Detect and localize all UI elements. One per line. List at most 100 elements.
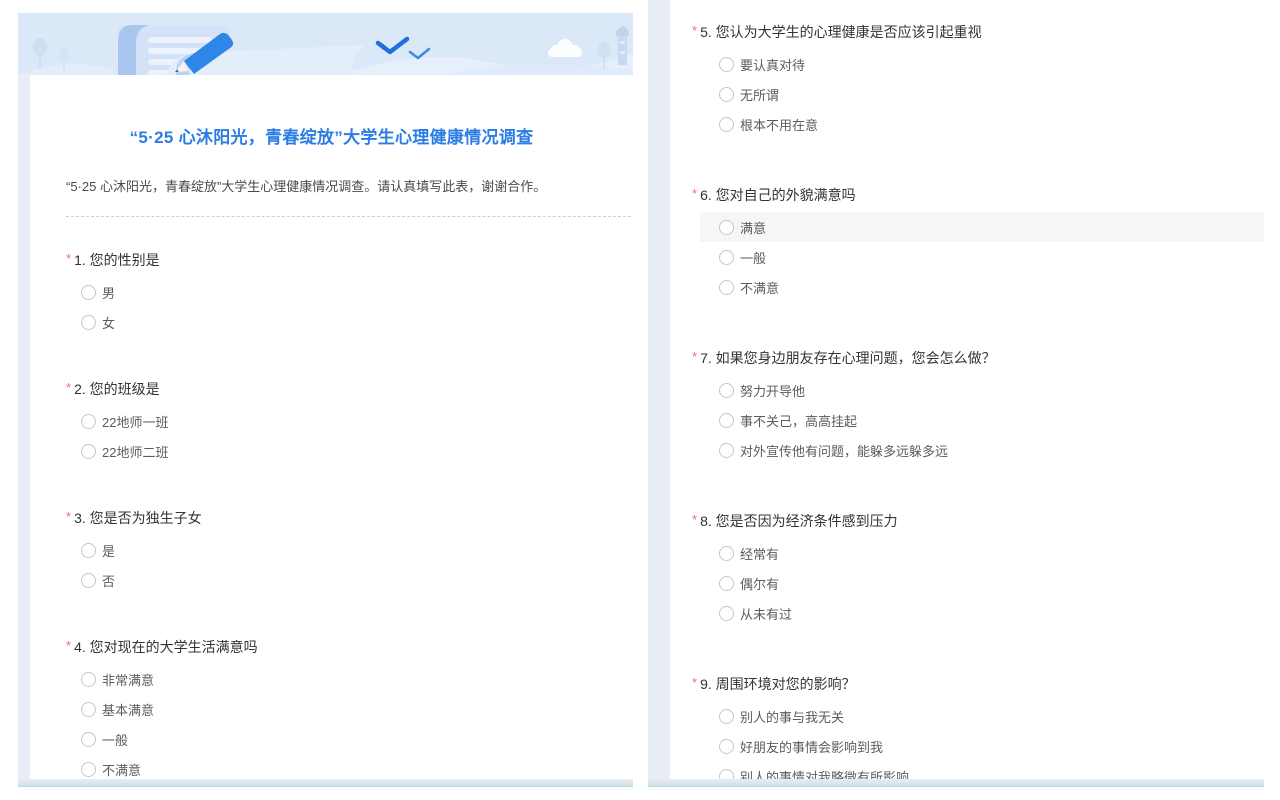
survey-card: *5. 您认为大学生的心理健康是否应该引起重视 要认真对待 无所谓 根本不用在意 <box>670 0 1264 787</box>
radio-icon[interactable] <box>81 414 96 429</box>
option-row[interactable]: 无所谓 <box>700 79 1264 109</box>
question-3: *3. 您是否为独生子女 是 否 <box>30 508 633 595</box>
banner-illustration <box>18 13 633 75</box>
radio-icon[interactable] <box>81 444 96 459</box>
horizontal-scrollbar[interactable] <box>648 779 1264 787</box>
question-label: *9. 周围环境对您的影响？ <box>692 674 1264 695</box>
required-asterisk: * <box>692 512 697 527</box>
radio-icon[interactable] <box>81 543 96 558</box>
option-row-highlighted[interactable]: 满意 <box>700 212 1264 242</box>
option-row[interactable]: 基本满意 <box>74 694 633 724</box>
question-2: *2. 您的班级是 22地师一班 22地师二班 <box>30 379 633 466</box>
radio-icon[interactable] <box>719 280 734 295</box>
radio-icon[interactable] <box>719 739 734 754</box>
radio-icon[interactable] <box>719 606 734 621</box>
required-asterisk: * <box>692 186 697 201</box>
option-row[interactable]: 一般 <box>700 242 1264 272</box>
option-label: 非常满意 <box>102 670 154 689</box>
option-row[interactable]: 女 <box>74 307 633 337</box>
survey-screenshot-scrolled: *5. 您认为大学生的心理健康是否应该引起重视 要认真对待 无所谓 根本不用在意 <box>648 0 1264 787</box>
option-label: 事不关己，高高挂起 <box>740 411 857 430</box>
question-label: *4. 您对现在的大学生活满意吗 <box>66 637 633 658</box>
radio-icon[interactable] <box>81 732 96 747</box>
question-label: *6. 您对自己的外貌满意吗 <box>692 185 1264 206</box>
question-8: *8. 您是否因为经济条件感到压力 经常有 偶尔有 从未有过 <box>670 511 1264 628</box>
required-asterisk: * <box>66 638 71 653</box>
option-row[interactable]: 是 <box>74 535 633 565</box>
option-label: 女 <box>102 313 115 332</box>
option-label: 好朋友的事情会影响到我 <box>740 737 883 756</box>
radio-icon[interactable] <box>719 413 734 428</box>
option-row[interactable]: 根本不用在意 <box>700 109 1264 139</box>
option-label: 努力开导他 <box>740 381 805 400</box>
option-label: 一般 <box>102 730 128 749</box>
radio-icon[interactable] <box>719 117 734 132</box>
option-label: 是 <box>102 541 115 560</box>
radio-icon[interactable] <box>81 702 96 717</box>
option-row[interactable]: 不满意 <box>700 272 1264 302</box>
option-label: 满意 <box>740 218 766 237</box>
option-label: 偶尔有 <box>740 574 779 593</box>
option-row[interactable]: 努力开导他 <box>700 375 1264 405</box>
radio-icon[interactable] <box>719 443 734 458</box>
question-4: *4. 您对现在的大学生活满意吗 非常满意 基本满意 一般 <box>30 637 633 784</box>
question-label: *7. 如果您身边朋友存在心理问题，您会怎么做？ <box>692 348 1264 369</box>
survey-description: “5·25 心沐阳光，青春绽放”大学生心理健康情况调查。请认真填写此表，谢谢合作… <box>66 178 613 196</box>
option-label: 不满意 <box>740 278 779 297</box>
radio-icon[interactable] <box>719 250 734 265</box>
radio-icon[interactable] <box>719 546 734 561</box>
option-row[interactable]: 事不关己，高高挂起 <box>700 405 1264 435</box>
radio-icon[interactable] <box>719 57 734 72</box>
question-label: *5. 您认为大学生的心理健康是否应该引起重视 <box>692 22 1264 43</box>
option-row[interactable]: 要认真对待 <box>700 49 1264 79</box>
question-6: *6. 您对自己的外貌满意吗 满意 一般 不满意 <box>670 185 1264 302</box>
option-row[interactable]: 从未有过 <box>700 598 1264 628</box>
option-label: 22地师二班 <box>102 442 168 461</box>
option-label: 基本满意 <box>102 700 154 719</box>
required-asterisk: * <box>692 349 697 364</box>
question-9: *9. 周围环境对您的影响？ 别人的事与我无关 好朋友的事情会影响到我 别人的事… <box>670 674 1264 787</box>
question-7: *7. 如果您身边朋友存在心理问题，您会怎么做？ 努力开导他 事不关己，高高挂起… <box>670 348 1264 465</box>
option-label: 根本不用在意 <box>740 115 818 134</box>
option-row[interactable]: 经常有 <box>700 538 1264 568</box>
option-row[interactable]: 一般 <box>74 724 633 754</box>
question-1: *1. 您的性别是 男 女 <box>30 250 633 337</box>
option-row[interactable]: 别人的事与我无关 <box>700 701 1264 731</box>
radio-icon[interactable] <box>719 576 734 591</box>
horizontal-scrollbar[interactable] <box>18 779 633 787</box>
option-row[interactable]: 非常满意 <box>74 664 633 694</box>
radio-icon[interactable] <box>81 315 96 330</box>
required-asterisk: * <box>692 675 697 690</box>
page-background: “5·25 心沐阳光，青春绽放”大学生心理健康情况调查 “5·25 心沐阳光，青… <box>18 75 633 787</box>
option-label: 一般 <box>740 248 766 267</box>
question-5: *5. 您认为大学生的心理健康是否应该引起重视 要认真对待 无所谓 根本不用在意 <box>670 22 1264 139</box>
survey-card: “5·25 心沐阳光，青春绽放”大学生心理健康情况调查 “5·25 心沐阳光，青… <box>30 75 633 787</box>
radio-icon[interactable] <box>81 672 96 687</box>
option-label: 从未有过 <box>740 604 792 623</box>
option-label: 否 <box>102 571 115 590</box>
option-label: 经常有 <box>740 544 779 563</box>
option-label: 22地师一班 <box>102 412 168 431</box>
option-row[interactable]: 偶尔有 <box>700 568 1264 598</box>
option-row[interactable]: 对外宣传他有问题，能躲多远躲多远 <box>700 435 1264 465</box>
option-row[interactable]: 22地师一班 <box>74 406 633 436</box>
radio-icon[interactable] <box>719 709 734 724</box>
option-label: 要认真对待 <box>740 55 805 74</box>
radio-icon[interactable] <box>81 573 96 588</box>
page-background: *5. 您认为大学生的心理健康是否应该引起重视 要认真对待 无所谓 根本不用在意 <box>648 0 1264 787</box>
option-row[interactable]: 男 <box>74 277 633 307</box>
dashed-divider <box>66 216 631 217</box>
radio-icon[interactable] <box>719 383 734 398</box>
option-label: 男 <box>102 283 115 302</box>
option-row[interactable]: 否 <box>74 565 633 595</box>
radio-icon[interactable] <box>719 87 734 102</box>
option-row[interactable]: 22地师二班 <box>74 436 633 466</box>
radio-icon[interactable] <box>81 285 96 300</box>
survey-title: “5·25 心沐阳光，青春绽放”大学生心理健康情况调查 <box>30 123 633 148</box>
survey-banner <box>18 13 633 75</box>
option-row[interactable]: 好朋友的事情会影响到我 <box>700 731 1264 761</box>
survey-screenshot-top: “5·25 心沐阳光，青春绽放”大学生心理健康情况调查 “5·25 心沐阳光，青… <box>18 13 633 787</box>
radio-icon[interactable] <box>81 762 96 777</box>
radio-icon[interactable] <box>719 220 734 235</box>
option-label: 别人的事与我无关 <box>740 707 844 726</box>
